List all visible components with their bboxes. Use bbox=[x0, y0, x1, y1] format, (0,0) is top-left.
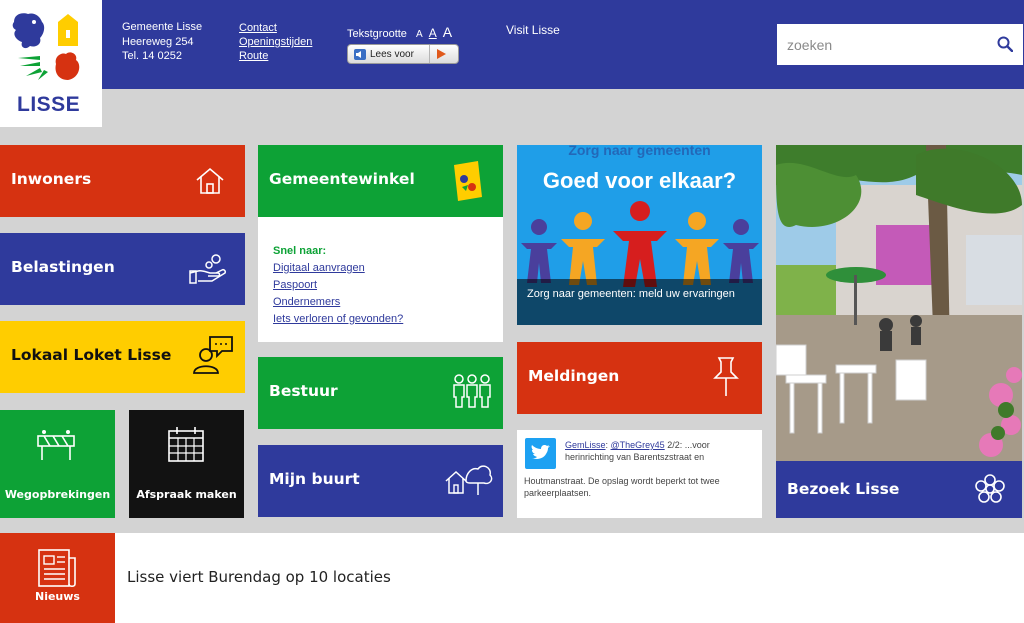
text-size-large-button[interactable]: A bbox=[443, 24, 452, 40]
quick-link[interactable]: Iets verloren of gevonden? bbox=[273, 311, 403, 328]
tile-label: Belastingen bbox=[11, 258, 115, 276]
campaign-top-text: Zorg naar gemeenten bbox=[568, 145, 711, 158]
search-input[interactable] bbox=[777, 24, 987, 65]
calendar-icon bbox=[168, 427, 204, 462]
tile-bestuur[interactable]: Bestuur bbox=[258, 357, 503, 429]
read-aloud-label: Lees voor bbox=[370, 48, 414, 60]
person-speech-icon bbox=[193, 336, 233, 374]
quick-link[interactable]: Digitaal aanvragen bbox=[273, 260, 403, 277]
house-icon bbox=[196, 167, 224, 194]
play-icon bbox=[437, 49, 446, 59]
text-size-small-button[interactable]: A bbox=[416, 29, 423, 40]
read-aloud-button[interactable]: Lees voor bbox=[347, 44, 459, 64]
text-size-medium-button[interactable]: A bbox=[429, 26, 437, 40]
tile-label: Bezoek Lisse bbox=[787, 480, 900, 498]
address-line: Gemeente Lisse bbox=[122, 21, 203, 33]
tile-mijn-buurt[interactable]: Mijn buurt bbox=[258, 445, 503, 517]
quick-links-heading: Snel naar: bbox=[273, 245, 327, 257]
address-line: Heereweg 254 bbox=[122, 35, 194, 48]
route-link[interactable]: Route bbox=[239, 49, 312, 63]
tile-inwoners[interactable]: Inwoners bbox=[0, 145, 245, 217]
tile-label: Mijn buurt bbox=[269, 470, 360, 488]
tile-lokaal-loket[interactable]: Lokaal Loket Lisse bbox=[0, 321, 245, 393]
quick-links: Snel naar: Digitaal aanvragen Paspoort O… bbox=[273, 243, 403, 328]
twitter-icon[interactable] bbox=[525, 438, 556, 469]
visit-lisse-photo[interactable] bbox=[776, 145, 1022, 461]
tweet-text: GemLisse: @TheGrey45 2/2: ...voor herinr… bbox=[565, 440, 710, 462]
campaign-headline: Goed voor elkaar? bbox=[542, 168, 737, 193]
tile-bezoek-lisse[interactable]: Bezoek Lisse bbox=[776, 461, 1022, 518]
neighbourhood-icon bbox=[445, 465, 493, 495]
speaker-icon bbox=[354, 48, 366, 60]
shopping-bag-icon bbox=[454, 161, 482, 201]
twitter-widget: GemLisse: @TheGrey45 2/2: ...voor herinr… bbox=[517, 430, 762, 518]
tile-gemeentewinkel[interactable]: Gemeentewinkel bbox=[258, 145, 503, 217]
search-box bbox=[777, 24, 1023, 65]
people-group-icon bbox=[453, 374, 491, 408]
tile-belastingen[interactable]: Belastingen bbox=[0, 233, 245, 305]
quick-link[interactable]: Ondernemers bbox=[273, 294, 403, 311]
tile-label: Meldingen bbox=[528, 367, 620, 385]
pushpin-icon bbox=[713, 357, 739, 396]
news-headline-link[interactable]: Lisse viert Burendag op 10 locaties bbox=[127, 568, 391, 586]
text-size-control: Tekstgrootte A A A bbox=[347, 24, 452, 40]
contact-link[interactable]: Contact bbox=[239, 21, 312, 35]
quick-link[interactable]: Paspoort bbox=[273, 277, 403, 294]
search-icon[interactable] bbox=[997, 36, 1013, 52]
campaign-caption: Zorg naar gemeenten: meld uw ervaringen bbox=[517, 279, 762, 325]
tile-label: Lokaal Loket Lisse bbox=[11, 346, 172, 364]
header-links: Contact Openingstijden Route bbox=[239, 21, 312, 64]
tile-label: Nieuws bbox=[35, 590, 80, 603]
logo[interactable]: LISSE bbox=[0, 0, 102, 127]
visit-lisse-link[interactable]: Visit Lisse bbox=[506, 23, 560, 37]
address-block: Gemeente Lisse Heereweg 254 Tel. 14 0252 bbox=[122, 20, 202, 64]
tweet-text-continued: Houtmanstraat. De opslag wordt beperkt t… bbox=[524, 476, 720, 498]
tweet-mention-link[interactable]: @TheGrey45 bbox=[611, 440, 665, 450]
text-size-label: Tekstgrootte bbox=[347, 28, 407, 40]
tile-label: Wegopbrekingen bbox=[4, 488, 111, 501]
hand-coin-icon bbox=[189, 254, 226, 284]
roadblock-icon bbox=[37, 430, 75, 460]
logo-text: LISSE bbox=[17, 93, 81, 116]
tile-nieuws[interactable]: Nieuws bbox=[0, 533, 115, 623]
paper-people-illustration bbox=[521, 201, 759, 287]
flower-icon bbox=[975, 474, 1005, 503]
municipality-crest-icon bbox=[12, 13, 80, 80]
phone-line: Tel. 14 0252 bbox=[122, 50, 182, 62]
street-cafe-image bbox=[776, 145, 1022, 461]
tile-wegopbrekingen[interactable]: Wegopbrekingen bbox=[0, 410, 115, 518]
newspaper-icon bbox=[38, 549, 76, 588]
campaign-banner[interactable]: Zorg naar gemeenten Goed voor elkaar? Zo… bbox=[517, 145, 762, 325]
tile-label: Bestuur bbox=[269, 382, 338, 400]
tweet-handle-link[interactable]: GemLisse bbox=[565, 440, 606, 450]
tile-meldingen[interactable]: Meldingen bbox=[517, 342, 762, 414]
openingstijden-link[interactable]: Openingstijden bbox=[239, 35, 312, 49]
tile-label: Inwoners bbox=[11, 170, 92, 188]
tile-afspraak-maken[interactable]: Afspraak maken bbox=[129, 410, 244, 518]
tile-label: Gemeentewinkel bbox=[269, 170, 415, 188]
tile-label: Afspraak maken bbox=[136, 488, 237, 501]
